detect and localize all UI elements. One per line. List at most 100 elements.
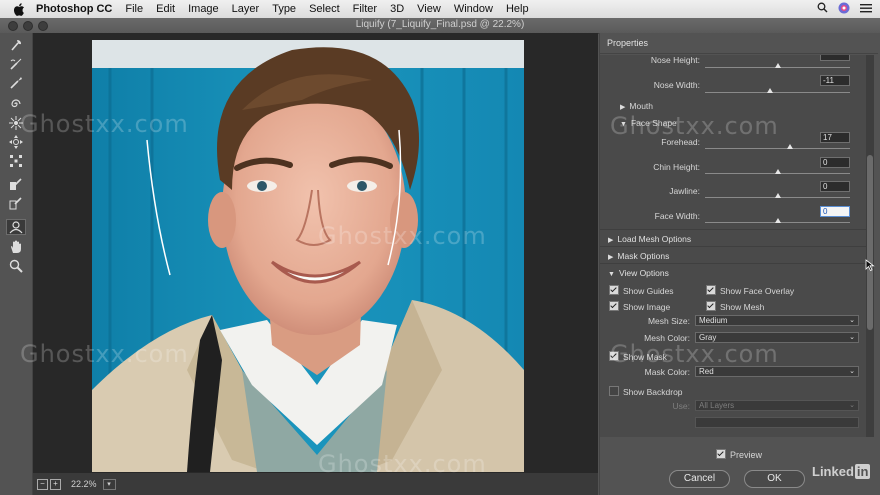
mask-color-label: Mask Color:: [644, 367, 690, 377]
zoom-out-button[interactable]: −: [37, 478, 48, 490]
show-mask-checkbox[interactable]: Show Mask: [609, 351, 667, 362]
show-mask-label: Show Mask: [623, 352, 667, 362]
mesh-color-label: Mesh Color:: [644, 333, 690, 343]
expand-triangle-icon: ▶: [620, 104, 626, 111]
cancel-button[interactable]: Cancel: [669, 470, 730, 488]
mask-color-select[interactable]: Red ⌄: [695, 366, 859, 377]
chin-height-knob[interactable]: [775, 169, 781, 174]
forehead-label: Forehead:: [661, 137, 700, 147]
twirl-clockwise-tool-icon[interactable]: [6, 96, 26, 112]
forward-warp-tool-icon[interactable]: [6, 37, 26, 53]
menu-list-icon[interactable]: [860, 3, 872, 16]
reconstruct-tool-icon[interactable]: [6, 56, 26, 72]
forehead-field[interactable]: 17: [820, 132, 850, 143]
show-backdrop-checkbox[interactable]: Show Backdrop: [609, 386, 683, 397]
forehead-knob[interactable]: [787, 144, 793, 149]
properties-header: Properties: [600, 38, 878, 54]
mesh-size-label: Mesh Size:: [647, 316, 690, 326]
menu-layer[interactable]: Layer: [232, 3, 260, 15]
nose-width-field[interactable]: -11: [820, 75, 850, 86]
smooth-tool-icon[interactable]: [6, 75, 26, 91]
menu-type[interactable]: Type: [272, 3, 296, 15]
forehead-slider[interactable]: [705, 148, 850, 149]
zoom-in-button[interactable]: +: [50, 478, 61, 490]
backdrop-mode-select[interactable]: [695, 417, 859, 428]
chin-height-field[interactable]: 0: [820, 157, 850, 168]
mask-color-value: Red: [699, 367, 714, 376]
ok-button[interactable]: OK: [744, 470, 805, 488]
menu-window[interactable]: Window: [454, 3, 493, 15]
checkbox-checked-icon: [716, 449, 726, 459]
jawline-field[interactable]: 0: [820, 181, 850, 192]
zoom-dropdown-icon[interactable]: ▾: [102, 478, 116, 490]
properties-panel: Properties Nose Height: Nose Width: -11 …: [599, 33, 880, 495]
face-width-field[interactable]: 0: [820, 206, 850, 217]
zoom-level: 22.2%: [71, 479, 97, 489]
collapse-triangle-icon: ▼: [608, 271, 615, 278]
show-guides-checkbox[interactable]: Show Guides: [609, 285, 674, 296]
checkbox-checked-icon: [609, 351, 619, 361]
menu-help[interactable]: Help: [506, 3, 529, 15]
checkbox-checked-icon: [609, 285, 619, 295]
freeze-mask-tool-icon[interactable]: [6, 176, 26, 192]
mouth-label: Mouth: [629, 101, 654, 111]
creative-cloud-icon[interactable]: [838, 2, 850, 17]
show-image-label: Show Image: [623, 302, 671, 312]
preview-checkbox[interactable]: Preview: [716, 449, 762, 460]
menu-edit[interactable]: Edit: [156, 3, 175, 15]
menu-view[interactable]: View: [417, 3, 441, 15]
bloat-tool-icon[interactable]: [6, 134, 26, 150]
apple-icon[interactable]: [12, 2, 26, 16]
menu-app-name[interactable]: Photoshop CC: [36, 3, 112, 15]
search-icon[interactable]: [817, 2, 828, 16]
mouth-section[interactable]: ▶ Mouth: [620, 101, 653, 111]
face-width-label: Face Width:: [654, 211, 700, 221]
face-shape-section[interactable]: ▼ Face Shape: [620, 118, 677, 128]
mesh-size-select[interactable]: Medium ⌄: [695, 315, 859, 326]
face-tool-icon[interactable]: [6, 219, 26, 235]
nose-height-knob[interactable]: [775, 63, 781, 68]
chevron-down-icon: ⌄: [849, 334, 855, 341]
use-label: Use:: [672, 401, 690, 411]
tool-strip: [0, 33, 33, 495]
portrait-image[interactable]: [92, 40, 524, 472]
canvas-area[interactable]: − + 22.2% ▾: [33, 33, 598, 495]
zoom-bar: − + 22.2% ▾: [33, 473, 598, 495]
mesh-color-select[interactable]: Gray ⌄: [695, 332, 859, 343]
menu-3d[interactable]: 3D: [390, 3, 404, 15]
pucker-tool-icon[interactable]: [6, 115, 26, 131]
push-left-tool-icon[interactable]: [6, 153, 26, 169]
zoom-tool-icon[interactable]: [6, 258, 26, 274]
use-layers-select[interactable]: All Layers ⌄: [695, 400, 859, 411]
show-mesh-label: Show Mesh: [720, 302, 765, 312]
properties-scroll[interactable]: Nose Height: Nose Width: -11 ▶ Mouth ▼ Fac…: [600, 55, 866, 437]
dialog-title: Liquify (7_Liquify_Final.psd @ 22.2%): [355, 19, 525, 30]
view-options-section[interactable]: ▼ View Options: [600, 263, 866, 281]
resize-cursor-icon: [865, 258, 875, 276]
jawline-knob[interactable]: [775, 193, 781, 198]
show-face-overlay-checkbox[interactable]: Show Face Overlay: [706, 285, 794, 296]
menu-image[interactable]: Image: [188, 3, 219, 15]
menu-select[interactable]: Select: [309, 3, 340, 15]
properties-scrollbar[interactable]: [866, 55, 874, 437]
linkedin-logo-in: in: [854, 464, 871, 479]
collapse-triangle-icon: ▼: [620, 121, 627, 128]
show-mesh-checkbox[interactable]: Show Mesh: [706, 301, 764, 312]
thaw-mask-tool-icon[interactable]: [6, 195, 26, 211]
mask-options-section[interactable]: ▶ Mask Options: [600, 246, 866, 264]
load-mesh-options-section[interactable]: ▶ Load Mesh Options: [600, 229, 866, 247]
hand-tool-icon[interactable]: [6, 239, 26, 255]
face-width-knob[interactable]: [775, 218, 781, 223]
nose-height-label: Nose Height:: [650, 55, 700, 65]
chevron-down-icon: ⌄: [849, 402, 855, 409]
menu-filter[interactable]: Filter: [353, 3, 377, 15]
menu-file[interactable]: File: [125, 3, 143, 15]
show-face-overlay-label: Show Face Overlay: [720, 286, 795, 296]
preview-label: Preview: [730, 450, 763, 460]
linkedin-logo: Linked in: [812, 464, 871, 479]
scrollbar-thumb[interactable]: [867, 155, 873, 330]
nose-width-knob[interactable]: [767, 88, 773, 93]
nose-height-field[interactable]: [820, 55, 850, 61]
show-image-checkbox[interactable]: Show Image: [609, 301, 670, 312]
nose-width-slider[interactable]: [705, 92, 850, 93]
